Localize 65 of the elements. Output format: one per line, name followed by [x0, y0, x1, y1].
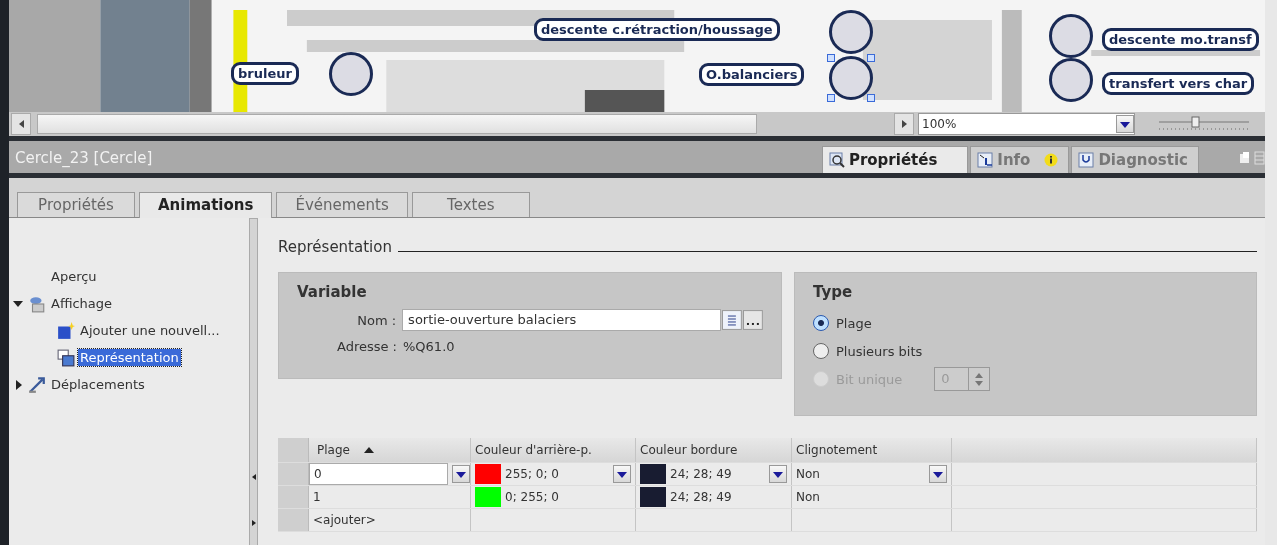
canvas-label[interactable]: bruleur — [231, 62, 299, 85]
tab[interactable]: Textes — [411, 192, 530, 217]
scroll-right-button[interactable] — [894, 113, 914, 135]
tree-item[interactable]: Ajouter une nouvell... — [78, 322, 222, 339]
color-swatch — [475, 487, 501, 507]
circle-shape[interactable] — [829, 56, 873, 100]
info-badge-icon — [1044, 153, 1059, 167]
display-icon — [28, 294, 46, 313]
table-cell[interactable]: Non — [792, 486, 952, 508]
column-header[interactable]: Couleur bordure — [636, 438, 792, 462]
move-arrow-icon — [28, 375, 46, 394]
table-cell[interactable]: 0; 255; 0 — [471, 486, 636, 508]
group-title: Variable — [297, 283, 368, 301]
tab[interactable]: Événements — [276, 192, 408, 217]
table-cell[interactable]: 255; 0; 0 — [471, 463, 636, 485]
dropdown-button[interactable] — [929, 465, 947, 483]
table-cell[interactable]: Non — [792, 463, 952, 485]
radio-option[interactable]: Plage — [813, 309, 1238, 337]
tree-item[interactable]: Aperçu — [49, 268, 99, 285]
radio-button[interactable] — [813, 315, 829, 331]
circle-shape[interactable] — [1049, 58, 1093, 102]
canvas-label[interactable]: descente mo.transf — [1102, 28, 1259, 51]
table-cell[interactable]: 1 — [309, 486, 471, 508]
table-cell[interactable]: 24; 28; 49 — [636, 486, 792, 508]
add-item-icon — [57, 321, 75, 340]
address-value: %Q61.0 — [403, 339, 455, 354]
column-header[interactable]: Plage — [309, 438, 471, 462]
tree-item[interactable]: Déplacements — [49, 376, 147, 393]
group-title: Type — [813, 283, 854, 301]
dropdown-button[interactable] — [613, 465, 631, 483]
color-swatch — [475, 464, 501, 484]
panel-title: Cercle_23 [Cercle] — [14, 149, 154, 169]
more-options-icon[interactable] — [743, 310, 763, 330]
tab[interactable]: Propriétés — [17, 192, 135, 217]
table-corner — [278, 438, 309, 462]
section-title: Représentation — [278, 238, 392, 256]
inspector-tab[interactable]: Propriétés — [821, 146, 969, 173]
column-header[interactable]: Couleur d'arrière-p. — [471, 438, 636, 462]
circle-shape[interactable] — [329, 52, 373, 96]
column-header[interactable]: Clignotement — [792, 438, 952, 462]
scroll-left-button[interactable] — [11, 113, 31, 135]
input-field[interactable]: sortie-ouverture balaciers — [402, 309, 722, 331]
zoom-dropdown[interactable]: 100% — [918, 113, 1135, 135]
sort-arrow-icon — [363, 447, 374, 453]
table-cell[interactable]: <ajouter> — [309, 509, 471, 531]
dropdown-button[interactable] — [452, 465, 470, 483]
circle-shape[interactable] — [1049, 14, 1093, 58]
field-label: Adresse : — [335, 339, 397, 354]
color-swatch — [640, 464, 666, 484]
circle-shape[interactable] — [829, 10, 873, 54]
dropdown-button[interactable] — [769, 465, 787, 483]
canvas-label[interactable]: transfert vers char — [1102, 72, 1255, 95]
field-label: Nom : — [356, 312, 397, 328]
radio-button[interactable] — [813, 343, 829, 359]
representation-icon — [57, 348, 75, 367]
tree-item[interactable]: Affichage — [49, 295, 115, 312]
color-swatch — [640, 487, 666, 507]
canvas-label[interactable]: descente c.rétraction/houssage — [534, 18, 780, 41]
radio-option[interactable]: Plusieurs bits — [813, 337, 1238, 365]
canvas-label[interactable]: O.balanciers — [699, 63, 805, 86]
magnifier-icon — [828, 152, 845, 168]
tree-item[interactable]: Représentation — [78, 349, 181, 366]
tab[interactable]: Animations — [139, 192, 273, 218]
table-cell[interactable]: 24; 28; 49 — [636, 463, 792, 485]
scrollbar-thumb[interactable] — [37, 114, 757, 134]
